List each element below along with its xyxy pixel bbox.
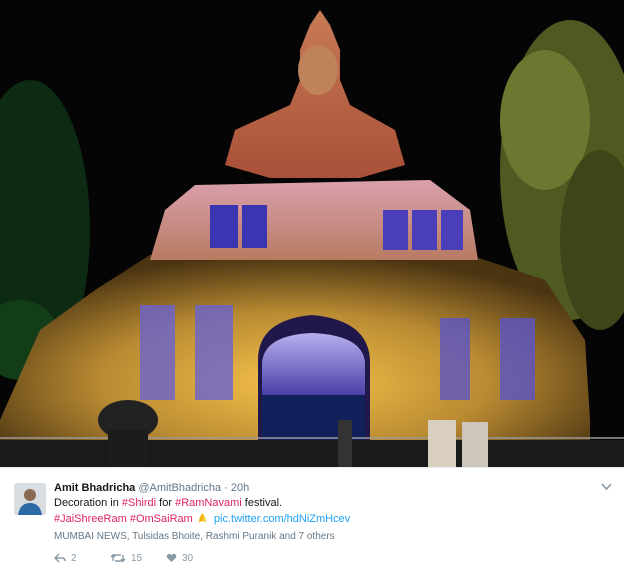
chevron-down-icon <box>601 483 612 491</box>
tweet-text: for <box>156 497 176 509</box>
like-button[interactable]: 30 <box>166 553 193 564</box>
time-separator: · <box>224 482 228 494</box>
hashtag-jaishreeram[interactable]: #JaiShreeRam <box>54 513 127 525</box>
retweet-icon <box>110 554 126 562</box>
reply-count: 2 <box>71 553 77 564</box>
author-handle[interactable]: @AmitBhadricha <box>138 482 221 494</box>
pic-link[interactable]: pic.twitter.com/hdNiZmHcev <box>214 513 350 525</box>
folded-hands-icon <box>198 512 207 523</box>
tweet-header: Amit Bhadricha @AmitBhadricha · 20h <box>54 482 249 494</box>
tweet-text: festival. <box>241 497 283 509</box>
tweet-card: Amit Bhadricha @AmitBhadricha · 20h Deco… <box>0 467 624 577</box>
tweet-text: Decoration in <box>54 497 122 509</box>
temple-decoration-image <box>0 0 624 467</box>
hashtag-shirdi[interactable]: #Shirdi <box>122 497 156 509</box>
retweet-context[interactable]: MUMBAI NEWS, Tulsidas Bhoite, Rashmi Pur… <box>54 531 335 542</box>
like-count: 30 <box>182 553 194 564</box>
hashtag-ramnavami[interactable]: #RamNavami <box>175 497 242 509</box>
author-name[interactable]: Amit Bhadricha <box>54 482 135 494</box>
reply-button[interactable]: 2 <box>53 553 77 564</box>
more-menu-button[interactable] <box>601 482 612 494</box>
reply-icon <box>53 553 66 563</box>
tweet-time[interactable]: 20h <box>231 482 249 494</box>
heart-icon <box>166 553 177 562</box>
retweet-button[interactable]: 15 <box>110 553 142 564</box>
hashtag-omsairam[interactable]: #OmSaiRam <box>130 513 193 525</box>
tweet-photo[interactable] <box>0 0 624 467</box>
tweet-text-line-2: #JaiShreeRam #OmSaiRam pic.twitter.com/h… <box>54 512 350 525</box>
avatar[interactable] <box>14 483 46 515</box>
retweet-count: 15 <box>131 553 143 564</box>
avatar-photo <box>14 483 46 515</box>
tweet-text-line-1: Decoration in #Shirdi for #RamNavami fes… <box>54 497 282 509</box>
